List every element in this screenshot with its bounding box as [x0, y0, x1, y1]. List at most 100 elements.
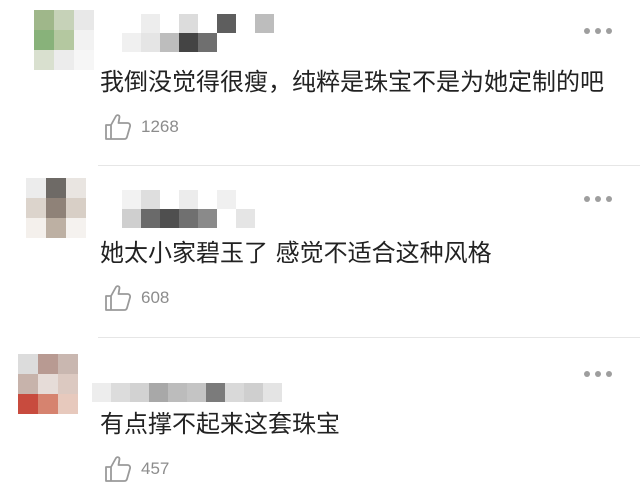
avatar-pixel [34, 50, 54, 70]
username-pixel [141, 209, 160, 228]
more-dots-icon[interactable] [584, 364, 612, 384]
username-pixel [293, 14, 312, 33]
username-pixel [312, 190, 331, 209]
avatar[interactable] [34, 10, 94, 70]
like-count: 608 [141, 288, 170, 307]
username-pixel [293, 190, 312, 209]
username-pixel [103, 14, 122, 33]
username-pixel [244, 364, 263, 383]
username-pixel [141, 33, 160, 52]
username-pixel [122, 209, 141, 228]
username-pixel [168, 364, 187, 383]
username-pixel [312, 209, 331, 228]
username-pixel [92, 383, 111, 402]
avatar-pixel [18, 394, 38, 414]
username-pixel [274, 33, 293, 52]
like-button[interactable]: 608 [103, 283, 169, 313]
username-pixel [255, 14, 274, 33]
avatar-pixel [18, 354, 38, 374]
like-count: 1268 [141, 117, 179, 136]
username-pixel [255, 209, 274, 228]
comment-text: 有点撑不起来这套珠宝 [100, 410, 340, 438]
comment-item: 我倒没觉得很瘦，纯粹是珠宝不是为她定制的吧 1268 [0, 0, 640, 166]
avatar-pixel [74, 10, 94, 30]
username-pixel [103, 33, 122, 52]
avatar-pixel [26, 198, 46, 218]
thumbs-up-icon [105, 456, 132, 482]
username[interactable] [103, 190, 331, 228]
username-pixel [217, 14, 236, 33]
username-pixel [217, 33, 236, 52]
avatar-pixel [58, 354, 78, 374]
username-pixel [293, 33, 312, 52]
username-pixel [130, 383, 149, 402]
avatar-pixel [58, 394, 78, 414]
more-dots-icon[interactable] [584, 21, 612, 41]
username-pixel [255, 190, 274, 209]
username-pixel [301, 383, 320, 402]
avatar-pixel [34, 30, 54, 50]
username-pixel [236, 209, 255, 228]
username-pixel [217, 190, 236, 209]
username-pixel [111, 364, 130, 383]
avatar-pixel [74, 50, 94, 70]
avatar-pixel [26, 178, 46, 198]
username-pixel [225, 383, 244, 402]
avatar-pixel [74, 30, 94, 50]
avatar-pixel [34, 10, 54, 30]
username-pixel [274, 190, 293, 209]
avatar-pixel [66, 178, 86, 198]
avatar-pixel [18, 374, 38, 394]
username-pixel [141, 14, 160, 33]
username-pixel [111, 383, 130, 402]
username-pixel [236, 33, 255, 52]
username-pixel [160, 33, 179, 52]
avatar-pixel [26, 218, 46, 238]
like-count: 457 [141, 459, 170, 478]
username-pixel [160, 190, 179, 209]
username[interactable] [92, 364, 320, 402]
avatar-pixel [66, 218, 86, 238]
avatar-pixel [38, 394, 58, 414]
username-pixel [282, 383, 301, 402]
username-pixel [236, 14, 255, 33]
username-pixel [206, 383, 225, 402]
username-pixel [244, 383, 263, 402]
avatar-pixel [54, 30, 74, 50]
username-pixel [179, 33, 198, 52]
username-pixel [103, 190, 122, 209]
thumbs-up-icon [105, 285, 132, 311]
username-pixel [217, 209, 236, 228]
username-pixel [198, 190, 217, 209]
username-pixel [255, 33, 274, 52]
username-pixel [206, 364, 225, 383]
avatar-pixel [46, 218, 66, 238]
username-pixel [198, 14, 217, 33]
comment-feed: 我倒没觉得很瘦，纯粹是珠宝不是为她定制的吧 1268 她太小家碧玉了 感觉不适合… [0, 0, 640, 499]
avatar-pixel [46, 198, 66, 218]
avatar-pixel [58, 374, 78, 394]
avatar-pixel [38, 354, 58, 374]
avatar-pixel [38, 374, 58, 394]
username-pixel [198, 209, 217, 228]
username-pixel [312, 33, 331, 52]
username-pixel [179, 209, 198, 228]
username-pixel [198, 33, 217, 52]
username-pixel [187, 364, 206, 383]
username-pixel [160, 209, 179, 228]
avatar[interactable] [18, 354, 78, 414]
like-button[interactable]: 457 [103, 454, 169, 484]
like-button[interactable]: 1268 [103, 112, 179, 142]
avatar-pixel [46, 178, 66, 198]
avatar[interactable] [26, 178, 86, 238]
username-pixel [149, 383, 168, 402]
username-pixel [122, 33, 141, 52]
comment-item: 有点撑不起来这套珠宝 457 [0, 338, 640, 499]
more-dots-icon[interactable] [584, 189, 612, 209]
username-pixel [122, 190, 141, 209]
username-pixel [225, 364, 244, 383]
avatar-pixel [54, 10, 74, 30]
username-pixel [130, 364, 149, 383]
username-pixel [282, 364, 301, 383]
username[interactable] [103, 14, 331, 52]
